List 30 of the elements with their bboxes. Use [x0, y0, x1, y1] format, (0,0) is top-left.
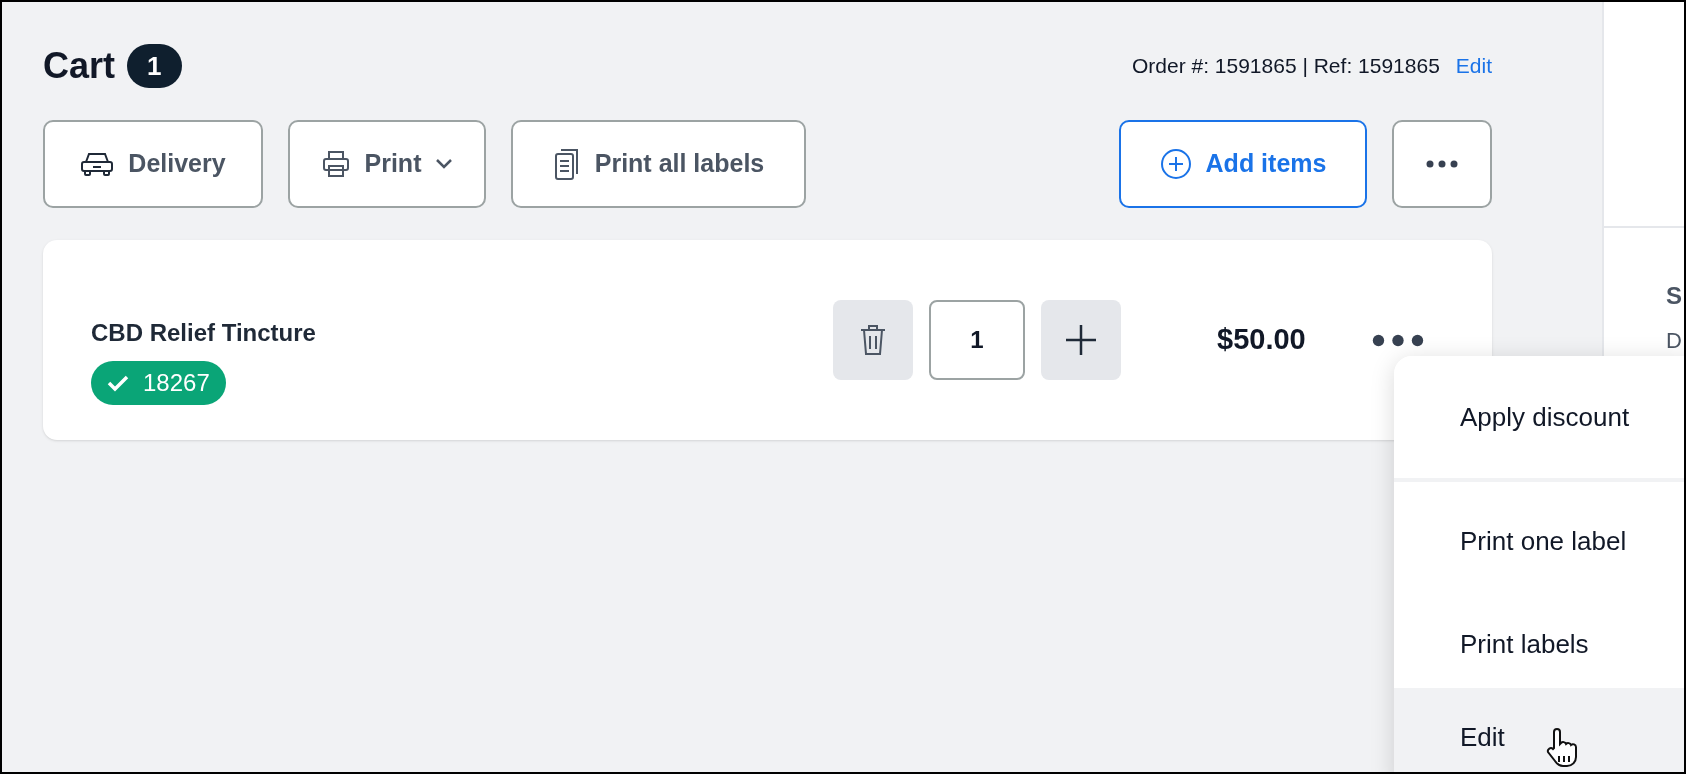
menu-item[interactable]: Apply discount	[1394, 356, 1684, 478]
quantity-field[interactable]: 1	[929, 300, 1025, 380]
documents-icon	[552, 147, 581, 181]
print-button[interactable]: Print	[288, 120, 486, 208]
count-badge: 1	[127, 44, 182, 88]
more-button[interactable]	[1392, 120, 1492, 208]
menu-item[interactable]: Edit	[1394, 688, 1684, 772]
printer-icon	[320, 149, 351, 179]
order-info: Order #: 1591865 | Ref: 1591865	[1131, 53, 1440, 80]
item-tag: 18267	[91, 361, 226, 405]
panel-text: D	[1666, 327, 1683, 355]
panel-heading: S	[1666, 281, 1683, 311]
car-icon	[80, 151, 115, 177]
check-icon	[107, 374, 129, 392]
item-menu-button[interactable]	[1371, 333, 1424, 347]
plus-circle-icon	[1159, 148, 1192, 180]
caret-icon	[435, 158, 454, 170]
trash-icon	[859, 323, 887, 357]
hand-cursor-icon	[1544, 728, 1578, 768]
print-all-labels-button[interactable]: Print all labels	[511, 120, 806, 208]
delivery-button[interactable]: Delivery	[43, 120, 263, 208]
item-name: CBD Relief Tincture	[91, 318, 317, 348]
more-icon	[1426, 160, 1458, 168]
cart-title: Cart	[43, 44, 116, 88]
edit-link[interactable]: Edit	[1455, 50, 1492, 82]
plus-icon	[1064, 323, 1098, 357]
delete-button[interactable]	[833, 300, 913, 380]
item-price: $50.00	[1217, 322, 1306, 358]
more-icon	[1371, 333, 1424, 347]
add-items-button[interactable]: Add items	[1119, 120, 1367, 208]
